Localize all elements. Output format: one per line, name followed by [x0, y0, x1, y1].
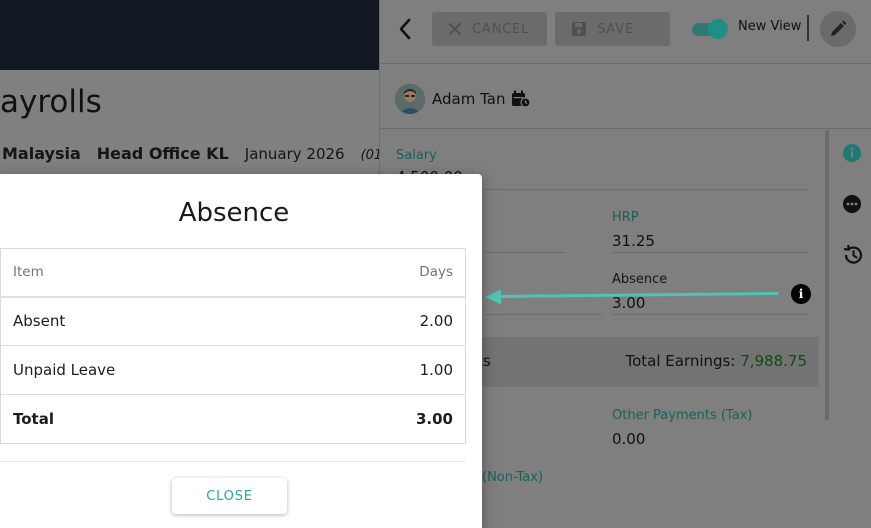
row-item: Unpaid Leave — [0, 345, 314, 395]
filter-branch: Head Office KL — [96, 144, 229, 163]
panel-toolbar: CANCEL SAVE New View — [380, 0, 871, 64]
back-button[interactable] — [394, 16, 416, 42]
total-item: Total — [13, 410, 54, 428]
save-label: SAVE — [597, 21, 634, 37]
row-days: 2.00 — [313, 296, 466, 346]
avatar — [395, 84, 425, 114]
more-options-icon[interactable] — [842, 194, 864, 216]
top-app-bar — [0, 0, 380, 70]
dialog-title: Absence — [178, 198, 290, 228]
save-icon — [572, 22, 586, 36]
chevron-left-icon — [399, 18, 411, 40]
left-field-underline-2 — [484, 314, 602, 315]
hrp-value: 31.25 — [612, 232, 655, 250]
absence-table: Item Days Absent 2.00 Unpaid Leave 1.00 … — [0, 248, 466, 444]
calendar-clock-icon[interactable] — [511, 90, 531, 112]
other-payments-tax-value: 0.00 — [612, 430, 646, 448]
total-days: 3.00 — [415, 410, 453, 428]
absence-info-icon[interactable]: i — [791, 284, 811, 304]
total-earnings-value: 7,988.75 — [740, 352, 807, 370]
absence-underline — [612, 314, 808, 315]
panel-scrollbar[interactable] — [825, 130, 829, 420]
employee-header: Adam Tan — [380, 64, 871, 129]
cancel-label: CANCEL — [472, 21, 530, 37]
toolbar-divider — [807, 15, 809, 41]
history-icon[interactable] — [842, 244, 864, 266]
salary-underline — [484, 189, 808, 190]
save-button[interactable]: SAVE — [555, 12, 670, 46]
column-header-item: Item — [0, 248, 314, 298]
close-icon — [449, 23, 461, 35]
row-days: 1.00 — [313, 345, 466, 395]
page-title: ayrolls — [0, 84, 102, 120]
employee-name: Adam Tan — [432, 90, 506, 108]
total-earnings: Total Earnings: 7,988.75 — [625, 352, 807, 370]
cancel-button[interactable]: CANCEL — [432, 12, 547, 46]
new-view-toggle[interactable] — [692, 19, 728, 39]
other-payments-tax-label: Other Payments (Tax) — [612, 408, 753, 423]
dialog-divider — [0, 461, 466, 462]
absence-dialog: Absence Item Days Absent 2.00 Unpaid Lea… — [0, 174, 482, 528]
close-button[interactable]: CLOSE — [172, 478, 287, 514]
table-row: Absent 2.00 — [0, 296, 466, 346]
new-view-label: New View — [738, 19, 802, 34]
total-row: Total 3.00 — [1, 395, 466, 444]
left-field-underline — [484, 252, 566, 253]
filter-period: January 2026 — [244, 145, 345, 163]
hrp-label: HRP — [612, 210, 639, 225]
total-earnings-label: Total Earnings: — [625, 352, 736, 370]
hrp-underline — [612, 252, 808, 253]
filter-country: Malaysia — [2, 144, 81, 163]
info-icon[interactable] — [842, 143, 864, 165]
toggle-knob — [708, 19, 728, 39]
salary-label: Salary — [396, 148, 437, 163]
column-header-days: Days — [313, 248, 466, 298]
annotation-arrow-icon — [485, 289, 779, 305]
row-item: Absent — [0, 296, 314, 346]
pencil-icon — [831, 20, 847, 36]
filter-summary: Malaysia Head Office KL January 2026 (01… — [2, 144, 408, 163]
table-row: Unpaid Leave 1.00 — [0, 345, 466, 395]
table-header-row: Item Days — [0, 248, 466, 298]
edit-button[interactable] — [820, 11, 856, 47]
